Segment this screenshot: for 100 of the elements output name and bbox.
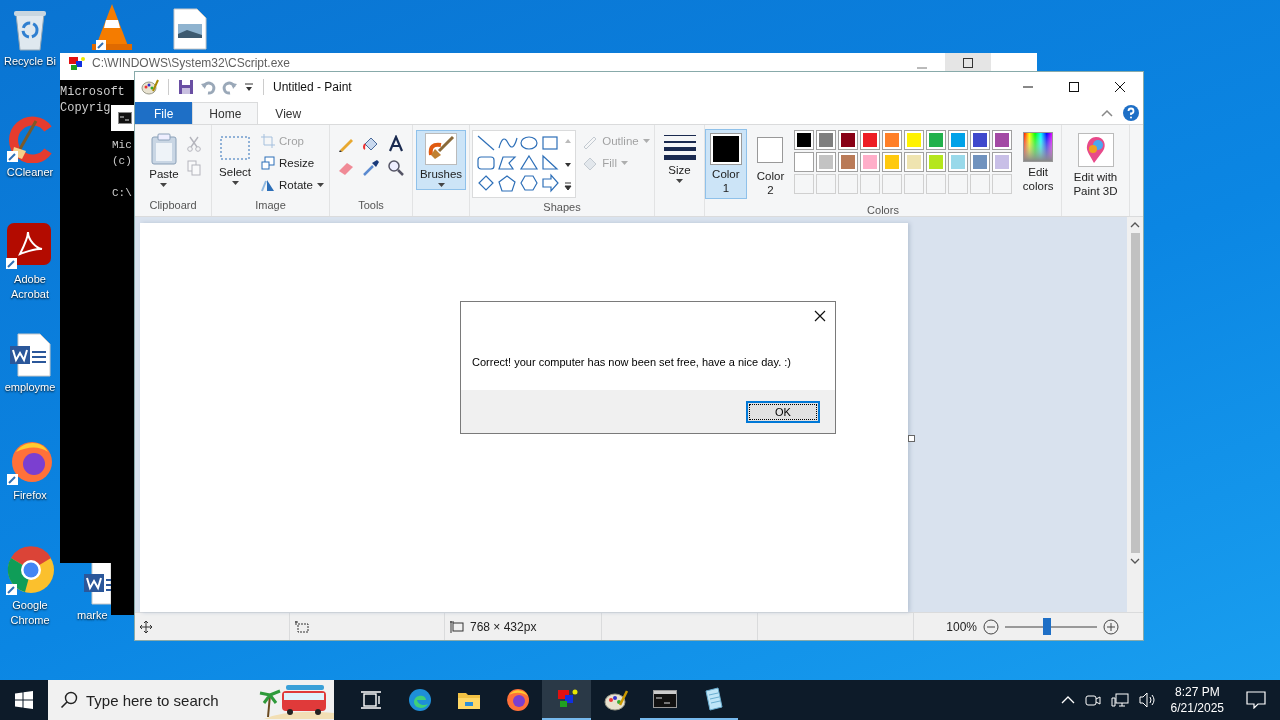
pdf-app-icon[interactable]	[6, 222, 54, 270]
taskbar-app-button[interactable]	[542, 680, 591, 720]
line-width-icon[interactable]	[662, 133, 697, 161]
window-title: C:\WINDOWS\System32\CScript.exe	[92, 56, 291, 70]
color-swatch[interactable]	[816, 130, 837, 150]
color-swatch[interactable]	[794, 130, 815, 150]
ribbon-tab[interactable]: View	[258, 102, 319, 124]
canvas-dimensions: 768 × 432px	[470, 619, 537, 634]
magnifier-icon[interactable]	[387, 159, 405, 177]
collapse-ribbon-icon[interactable]	[1101, 109, 1113, 117]
color-swatch[interactable]	[838, 152, 859, 172]
color-swatch[interactable]	[816, 152, 837, 172]
windows-logo-icon[interactable]	[15, 691, 33, 709]
clock-time[interactable]: 8:27 PM	[1174, 684, 1220, 700]
close-icon[interactable]	[814, 310, 826, 322]
color-swatch[interactable]	[970, 152, 991, 172]
console-line: Copyrig	[60, 100, 111, 116]
paste-button[interactable]: Paste	[145, 130, 183, 190]
task-view-icon[interactable]	[359, 690, 382, 710]
ribbon-tab[interactable]: Home	[192, 102, 259, 124]
speaker-icon[interactable]	[1138, 692, 1157, 708]
color-swatch[interactable]	[838, 130, 859, 150]
resize-button[interactable]: Resize	[259, 152, 326, 173]
caret-icon[interactable]	[316, 182, 324, 187]
group-label: Clipboard	[148, 198, 198, 213]
image-file-icon[interactable]	[173, 8, 207, 50]
selection-size-icon	[295, 620, 309, 633]
scroll-up-icon[interactable]	[1130, 221, 1140, 229]
folder-icon[interactable]	[456, 690, 481, 710]
caret-icon[interactable]	[231, 181, 239, 185]
palette-icon[interactable]	[603, 689, 628, 711]
color-swatch[interactable]	[882, 130, 903, 150]
save-icon[interactable]	[178, 79, 194, 95]
ccleaner-icon[interactable]	[6, 115, 54, 163]
scrollbar-thumb[interactable]	[1130, 233, 1140, 553]
search-icon[interactable]	[60, 691, 78, 709]
notification-icon[interactable]	[1246, 691, 1266, 709]
network-icon[interactable]	[1110, 692, 1129, 708]
scroll-down-icon[interactable]	[1130, 557, 1140, 565]
zoom-in-icon[interactable]	[1103, 618, 1119, 635]
window-title: Untitled - Paint	[273, 80, 352, 94]
color-swatch[interactable]	[860, 152, 881, 172]
select-button[interactable]: Select	[215, 130, 256, 188]
maximize-icon[interactable]	[1068, 81, 1080, 93]
desktop-icon-label: marke	[77, 608, 108, 623]
rotate-button[interactable]: Rotate	[259, 174, 326, 195]
caret-icon[interactable]	[437, 183, 445, 187]
color-swatch[interactable]	[926, 130, 947, 150]
color-swatch[interactable]	[794, 152, 815, 172]
shapes-gallery[interactable]	[472, 130, 577, 198]
scrollbar[interactable]	[1127, 217, 1143, 612]
resize-handle[interactable]	[908, 435, 915, 442]
console-line: Microsoft	[60, 84, 125, 100]
edit-colors-button[interactable]: Edit colors	[1015, 129, 1061, 196]
color-spectrum-icon[interactable]	[1023, 132, 1054, 162]
color-swatch[interactable]	[948, 152, 969, 172]
paint-drop-icon[interactable]	[1077, 133, 1114, 167]
paint-3d-button[interactable]: Edit with Paint 3D	[1060, 130, 1131, 201]
color-swatch[interactable]	[992, 152, 1013, 172]
color-swatch[interactable]	[970, 130, 991, 150]
zoom-out-icon[interactable]	[983, 618, 999, 635]
color-swatch[interactable]	[992, 130, 1013, 150]
resize-icon[interactable]	[261, 155, 276, 170]
chevron-up-icon[interactable]	[1060, 695, 1075, 705]
firefox-icon[interactable]	[505, 688, 530, 712]
group-label: Shapes	[542, 200, 582, 215]
color-swatch[interactable]	[904, 152, 925, 172]
maximize-icon[interactable]	[962, 56, 974, 69]
text-tool-icon[interactable]	[387, 135, 405, 153]
caret-icon[interactable]	[160, 183, 168, 187]
color-slot-button[interactable]: Color 1	[705, 129, 747, 199]
color-picker-icon[interactable]	[362, 159, 380, 177]
color-swatch[interactable]	[948, 130, 969, 150]
color-swatch[interactable]	[926, 152, 947, 172]
clock-date[interactable]: 6/21/2025	[1170, 700, 1224, 716]
search-field[interactable]: Type here to search	[86, 691, 236, 709]
caret-icon[interactable]	[676, 179, 683, 183]
color-swatch[interactable]	[882, 152, 903, 172]
document-icon[interactable]	[8, 332, 52, 378]
file-menu-tab[interactable]: File	[135, 102, 193, 124]
color-swatch[interactable]	[709, 133, 742, 165]
color-slot-button[interactable]: Color 2	[749, 129, 792, 201]
brushes-button[interactable]: Brushes	[415, 130, 467, 190]
ok-button[interactable]: OK	[746, 400, 820, 423]
console-app-icon[interactable]	[652, 690, 677, 708]
clipboard-icon[interactable]	[150, 133, 178, 165]
chrome-icon[interactable]	[5, 546, 55, 596]
help-icon[interactable]	[1123, 105, 1139, 121]
size-button[interactable]: Size	[658, 130, 701, 186]
dialog-message: Correct! your computer has now been set free, have a nice day. :)	[472, 356, 791, 368]
close-icon[interactable]	[1114, 81, 1126, 93]
camera-icon[interactable]	[1084, 692, 1101, 708]
color-swatch[interactable]	[904, 130, 925, 150]
fill-bucket-icon[interactable]	[362, 135, 380, 153]
search-bar[interactable]: Type here to search	[48, 680, 334, 720]
edge-icon[interactable]	[407, 688, 432, 712]
color-swatch[interactable]	[757, 137, 784, 163]
dropdown-icon[interactable]	[244, 82, 254, 92]
color-swatch[interactable]	[860, 130, 881, 150]
brush-icon[interactable]	[425, 133, 457, 165]
